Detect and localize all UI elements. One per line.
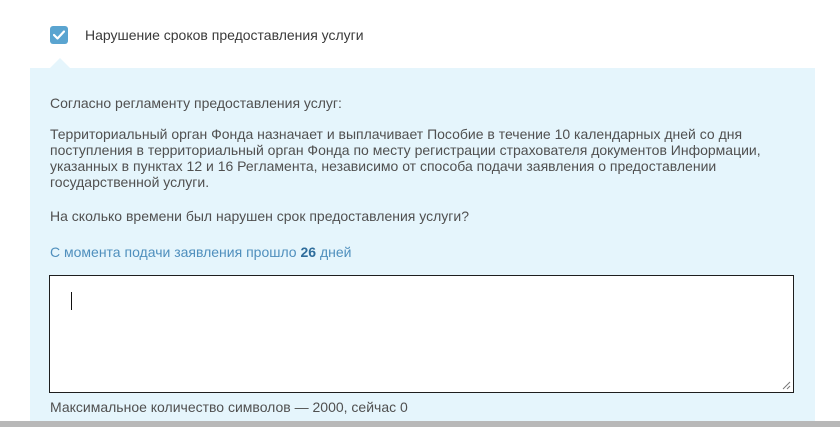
service-violation-label[interactable]: Нарушение сроков предоставления услуги <box>85 26 364 44</box>
violation-answer-textarea[interactable] <box>49 275 794 393</box>
elapsed-suffix: дней <box>319 244 352 260</box>
violation-question: На сколько времени был нарушен срок пред… <box>50 208 470 224</box>
regulation-heading: Согласно регламенту предоставления услуг… <box>50 95 342 111</box>
elapsed-time-note: С момента подачи заявления прошло 26 дне… <box>50 244 351 260</box>
regulation-text: Территориальный орган Фонда назначает и … <box>50 126 761 190</box>
text-cursor <box>71 292 72 310</box>
resize-grip-icon[interactable] <box>782 381 791 390</box>
character-counter: Максимальное количество символов — 2000,… <box>50 399 408 415</box>
elapsed-prefix: С момента подачи заявления прошло <box>50 244 297 260</box>
service-violation-option[interactable]: Нарушение сроков предоставления услуги <box>50 26 364 44</box>
elapsed-days-value: 26 <box>300 244 317 260</box>
service-violation-checkbox[interactable] <box>50 26 68 44</box>
panel-pointer <box>50 58 70 68</box>
checkmark-icon <box>53 30 65 40</box>
bottom-divider <box>0 421 840 427</box>
